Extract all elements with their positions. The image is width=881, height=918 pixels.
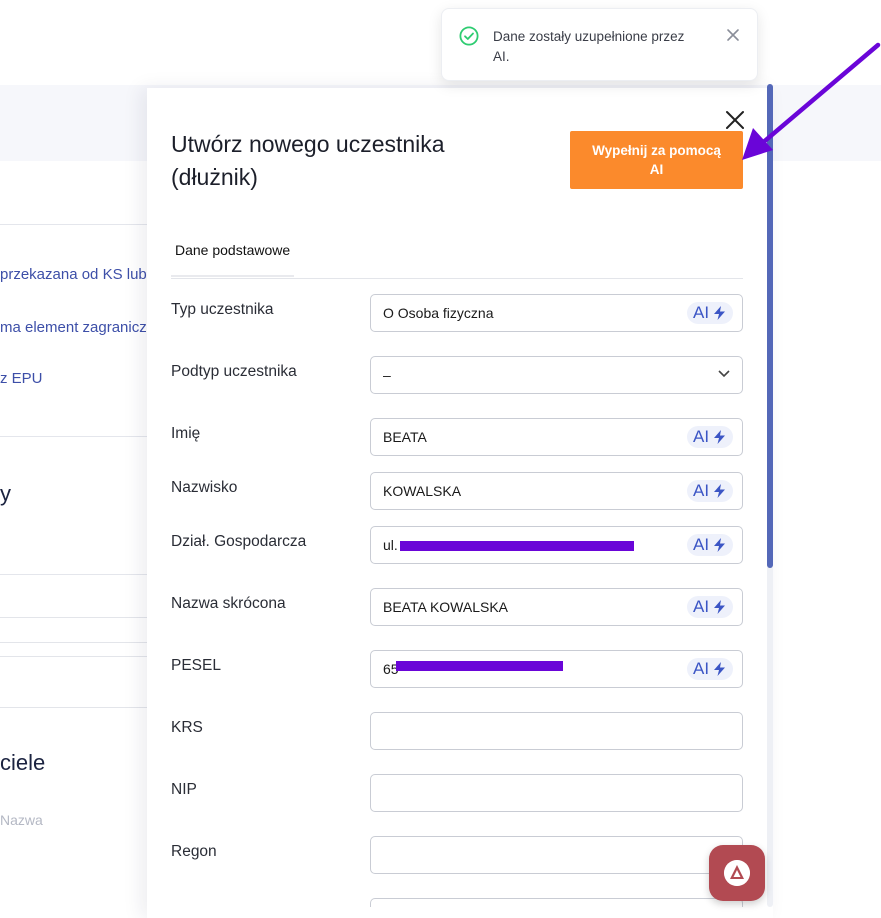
business-activity-label: Dział. Gospodarcza — [171, 533, 307, 550]
first-name-label: Imię — [171, 425, 201, 442]
logo-icon — [724, 860, 750, 886]
fill-with-ai-button[interactable]: Wypełnij za pomocą AI — [570, 131, 743, 189]
panel-scrollbar-thumb[interactable] — [767, 84, 773, 568]
lightning-icon — [714, 600, 725, 614]
close-icon[interactable] — [726, 28, 740, 42]
close-icon[interactable] — [723, 108, 747, 132]
redaction-mark — [400, 541, 634, 551]
nip-field[interactable] — [370, 774, 743, 812]
ai-badge-label: AI — [693, 481, 710, 500]
lightning-icon — [714, 662, 725, 676]
last-name-value: KOWALSKA — [383, 483, 462, 499]
first-name-field[interactable]: BEATA AI — [370, 418, 743, 456]
check-circle-icon — [459, 26, 479, 46]
background-link[interactable]: ma element zagranicz — [0, 319, 147, 336]
ai-badge-label: AI — [693, 597, 710, 616]
krs-field[interactable] — [370, 712, 743, 750]
participant-type-value: O Osoba fizyczna — [383, 305, 494, 321]
chevron-down-icon — [718, 370, 730, 378]
short-name-label: Nazwa skrócona — [171, 595, 286, 612]
participant-subtype-select[interactable]: – — [370, 356, 743, 394]
background-panel — [0, 617, 151, 643]
divider — [0, 574, 150, 575]
ai-badge-label: AI — [693, 659, 710, 678]
nip-label: NIP — [171, 781, 197, 798]
ai-badge[interactable]: AI — [687, 302, 733, 324]
ai-badge[interactable]: AI — [687, 480, 733, 502]
ai-badge[interactable]: AI — [687, 596, 733, 618]
background-section-heading: y — [0, 481, 11, 506]
pesel-field[interactable]: 65 AI — [370, 650, 743, 688]
participant-type-label: Typ uczestnika — [171, 301, 274, 318]
ai-badge-label: AI — [693, 427, 710, 446]
regon-field[interactable] — [370, 836, 743, 874]
success-toast: Dane zostały uzupełnione przez AI. — [441, 8, 758, 81]
last-name-field[interactable]: KOWALSKA AI — [370, 472, 743, 510]
divider — [0, 436, 150, 437]
background-link[interactable]: przekazana od KS lub — [0, 266, 147, 283]
tab-basic-data[interactable]: Dane podstawowe — [171, 232, 294, 277]
business-activity-field[interactable]: ul. AI — [370, 526, 743, 564]
ai-badge[interactable]: AI — [687, 534, 733, 556]
lightning-icon — [714, 538, 725, 552]
lightning-icon — [714, 430, 725, 444]
ai-badge-label: AI — [693, 303, 710, 322]
background-section-heading: ciele — [0, 750, 46, 775]
lightning-icon — [714, 484, 725, 498]
pesel-label: PESEL — [171, 657, 221, 674]
regon-label: Regon — [171, 843, 217, 860]
krs-label: KRS — [171, 719, 203, 736]
ai-badge-label: AI — [693, 535, 710, 554]
ai-badge[interactable]: AI — [687, 658, 733, 680]
panel-tabs: Dane podstawowe — [171, 232, 743, 279]
lightning-icon — [714, 306, 725, 320]
panel-title: Utwórz nowego uczestnika (dłużnik) — [171, 131, 445, 190]
participant-type-field[interactable]: O Osoba fizyczna AI — [370, 294, 743, 332]
redaction-mark — [396, 661, 563, 671]
next-field-partial[interactable] — [370, 898, 743, 907]
participant-subtype-label: Podtyp uczestnika — [171, 363, 297, 380]
business-activity-value: ul. — [383, 537, 398, 553]
ai-badge[interactable]: AI — [687, 426, 733, 448]
toast-message: Dane zostały uzupełnione przez AI. — [493, 29, 685, 64]
background-column-header: Nazwa — [0, 812, 43, 828]
short-name-value: BEATA KOWALSKA — [383, 599, 509, 615]
participant-subtype-value: – — [383, 367, 391, 383]
first-name-value: BEATA — [383, 429, 427, 445]
background-link[interactable]: z EPU — [0, 370, 43, 387]
background-panel — [0, 656, 151, 708]
divider — [0, 224, 150, 225]
app-logo-button[interactable] — [709, 845, 765, 901]
short-name-field[interactable]: BEATA KOWALSKA AI — [370, 588, 743, 626]
last-name-label: Nazwisko — [171, 479, 238, 496]
